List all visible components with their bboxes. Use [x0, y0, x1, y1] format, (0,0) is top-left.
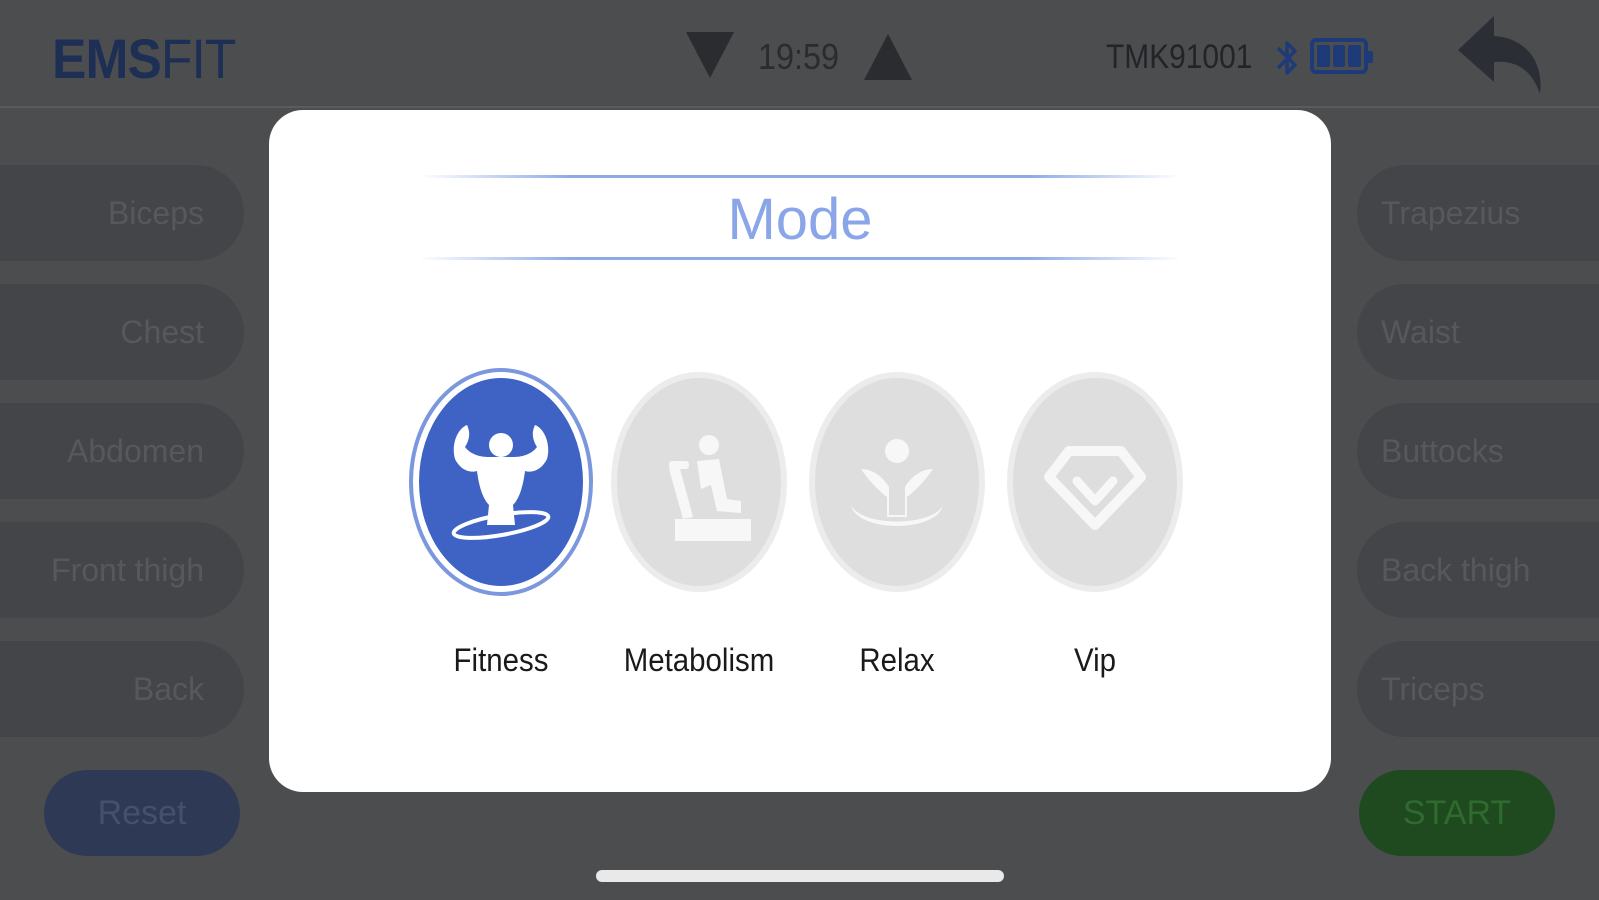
battery-icon [1310, 38, 1373, 74]
title-divider-top [419, 175, 1181, 178]
muscle-button-waist[interactable]: Waist [1357, 284, 1599, 380]
muscle-button-buttocks[interactable]: Buttocks [1357, 403, 1599, 499]
muscle-button-back-thigh[interactable]: Back thigh [1357, 522, 1599, 618]
start-button[interactable]: START [1359, 770, 1555, 856]
dialog-title: Mode [727, 187, 873, 252]
app-logo: EMSFIT [52, 27, 236, 90]
mode-dialog: Mode Fitness Metabolism Relax Vip [269, 110, 1331, 792]
timer-display: 19:59 [758, 36, 840, 77]
exercise-bike-icon [669, 435, 751, 541]
mode-option-circle[interactable] [611, 372, 787, 592]
mode-option-fitness[interactable]: Fitness [411, 372, 591, 679]
device-id: TMK91001 [1106, 38, 1253, 76]
home-indicator[interactable] [596, 870, 1004, 882]
mode-option-circle[interactable] [413, 372, 589, 592]
title-divider-bottom [419, 257, 1181, 260]
decrease-arrow-icon[interactable] [686, 32, 734, 78]
bluetooth-icon [1276, 41, 1297, 75]
increase-arrow-icon[interactable] [864, 34, 912, 80]
mode-option-metabolism[interactable]: Metabolism [609, 372, 789, 679]
mode-label-relax: Relax [859, 642, 935, 678]
bodybuilder-icon [451, 425, 551, 540]
mode-label-vip: Vip [1073, 642, 1117, 678]
mode-label-metabolism: Metabolism [623, 642, 775, 678]
muscle-button-trapezius[interactable]: Trapezius [1357, 165, 1599, 261]
mode-option-relax[interactable]: Relax [807, 372, 987, 679]
mode-option-circle[interactable] [1007, 372, 1183, 592]
mode-option-vip[interactable]: Vip [1005, 372, 1185, 679]
muscle-button-abdomen[interactable]: Abdomen [0, 403, 244, 499]
muscle-button-chest[interactable]: Chest [0, 284, 244, 380]
mode-option-circle[interactable] [809, 372, 985, 592]
back-arrow-icon[interactable] [1456, 12, 1548, 98]
muscle-button-front-thigh[interactable]: Front thigh [0, 522, 244, 618]
muscle-button-triceps[interactable]: Triceps [1357, 641, 1599, 737]
reset-button[interactable]: Reset [44, 770, 240, 856]
muscle-button-biceps[interactable]: Biceps [0, 165, 244, 261]
mode-label-fitness: Fitness [453, 642, 549, 678]
muscle-button-back[interactable]: Back [0, 641, 244, 737]
diamond-icon [1044, 446, 1146, 530]
top-bar: EMSFIT 19:59 TMK91001 [0, 0, 1599, 108]
relax-figure-icon [851, 439, 943, 526]
